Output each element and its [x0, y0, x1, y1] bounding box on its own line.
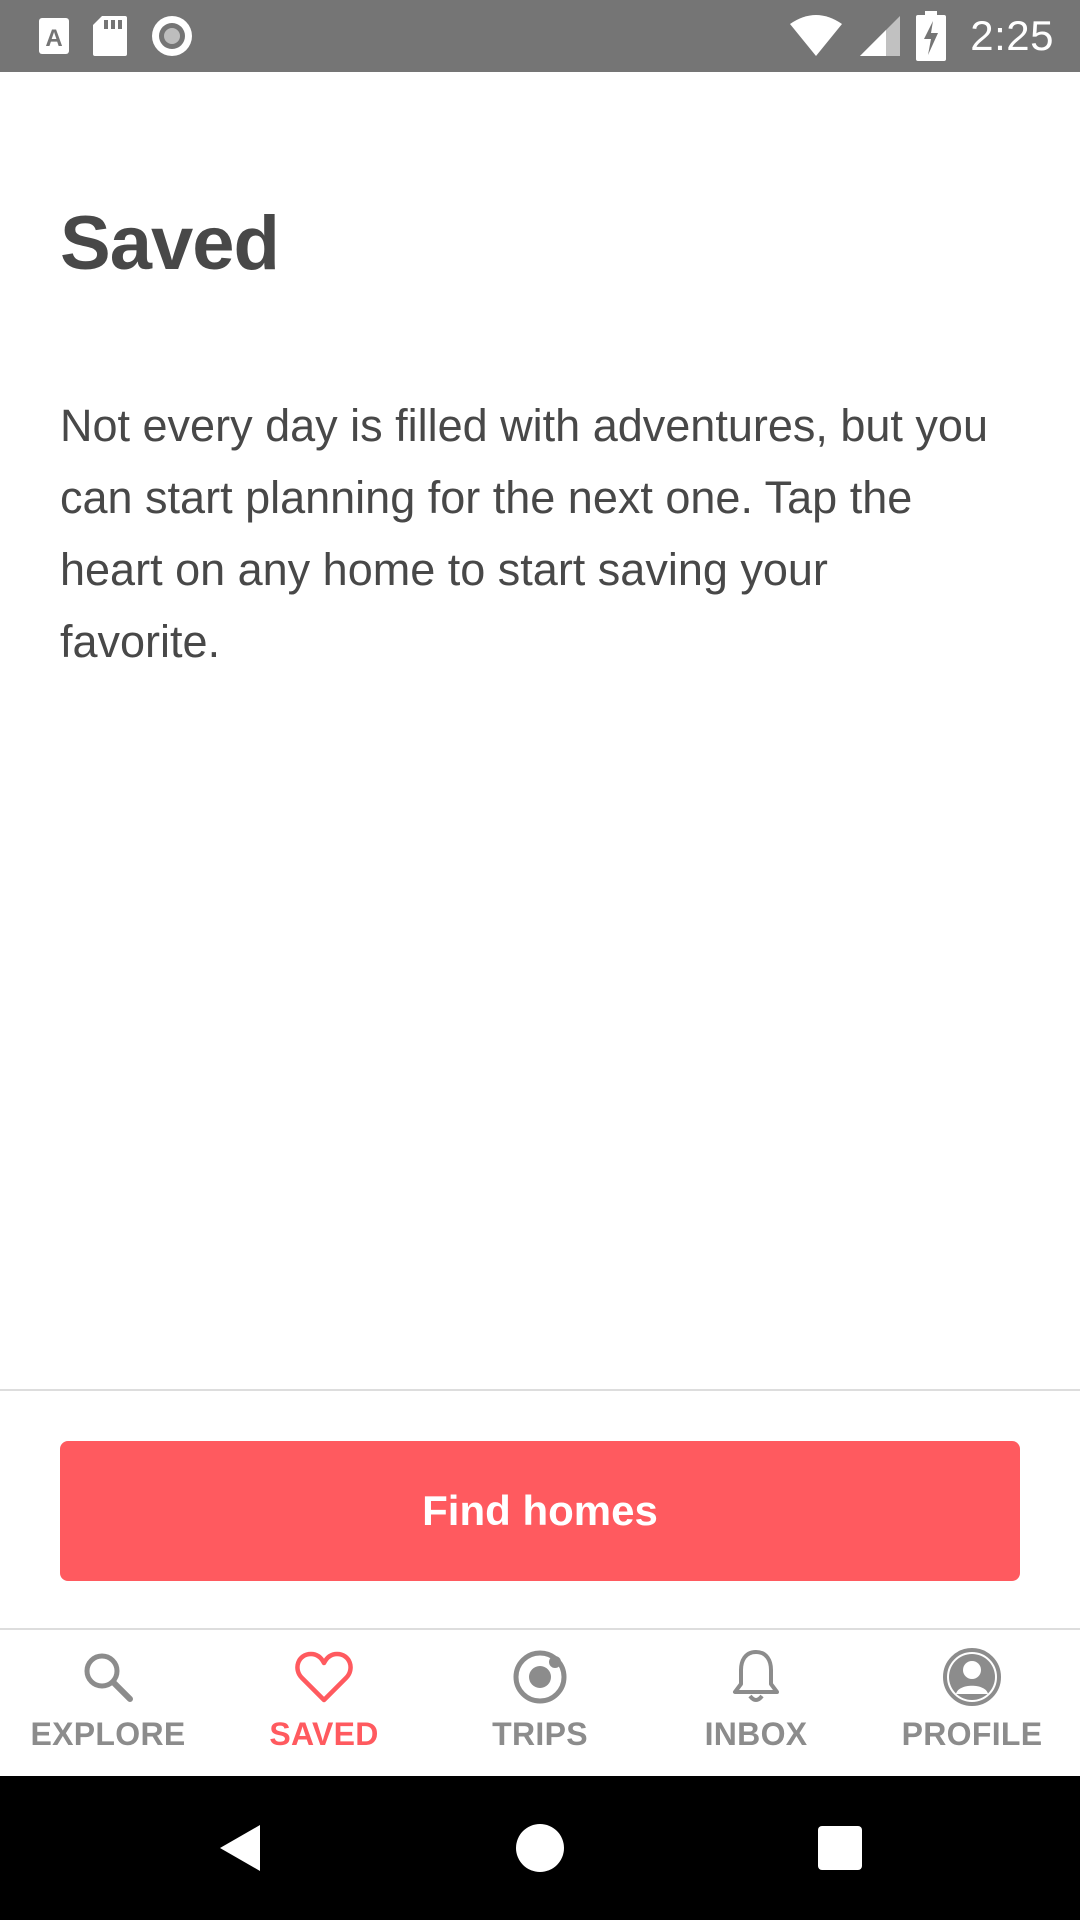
bottom-tab-bar: EXPLORE SAVED TRIPS INBOX PROFILE — [0, 1630, 1080, 1776]
recents-button[interactable] — [760, 1776, 920, 1920]
status-time: 2:25 — [970, 12, 1054, 59]
tab-profile[interactable]: PROFILE — [864, 1630, 1080, 1776]
trips-icon — [511, 1646, 569, 1708]
record-icon — [152, 16, 192, 56]
heart-icon — [295, 1646, 353, 1708]
battery-charging-icon — [916, 11, 947, 61]
system-nav-bar — [0, 1776, 1080, 1920]
status-left-icons: A — [38, 14, 194, 58]
home-button[interactable] — [460, 1776, 620, 1920]
tab-saved[interactable]: SAVED — [216, 1630, 432, 1776]
svg-text:A: A — [45, 25, 62, 52]
wifi-icon — [790, 15, 843, 56]
cell-signal-icon — [860, 16, 901, 56]
empty-state-message: Not every day is filled with adventures,… — [60, 400, 988, 667]
back-button[interactable] — [160, 1776, 320, 1920]
status-right-icons: 2:25 — [788, 8, 1054, 64]
tab-trips[interactable]: TRIPS — [432, 1630, 648, 1776]
tab-label: SAVED — [269, 1716, 379, 1752]
status-bar: A 2:25 — [0, 0, 1080, 72]
sd-card-icon — [93, 16, 127, 56]
bell-icon — [731, 1646, 781, 1708]
tab-label: PROFILE — [901, 1716, 1043, 1752]
tab-label: EXPLORE — [30, 1716, 186, 1752]
page-title: Saved — [60, 201, 280, 286]
tab-inbox[interactable]: INBOX — [648, 1630, 864, 1776]
search-icon — [80, 1646, 136, 1708]
tab-explore[interactable]: EXPLORE — [0, 1630, 216, 1776]
tab-label: TRIPS — [492, 1716, 588, 1752]
recents-icon — [818, 1826, 862, 1870]
find-homes-button[interactable]: Find homes — [60, 1441, 1020, 1581]
divider — [0, 1389, 1080, 1391]
tab-label: INBOX — [704, 1716, 808, 1752]
home-icon — [516, 1824, 564, 1872]
profile-icon — [942, 1646, 1002, 1708]
back-icon — [220, 1825, 260, 1871]
text-a-icon: A — [39, 18, 69, 54]
